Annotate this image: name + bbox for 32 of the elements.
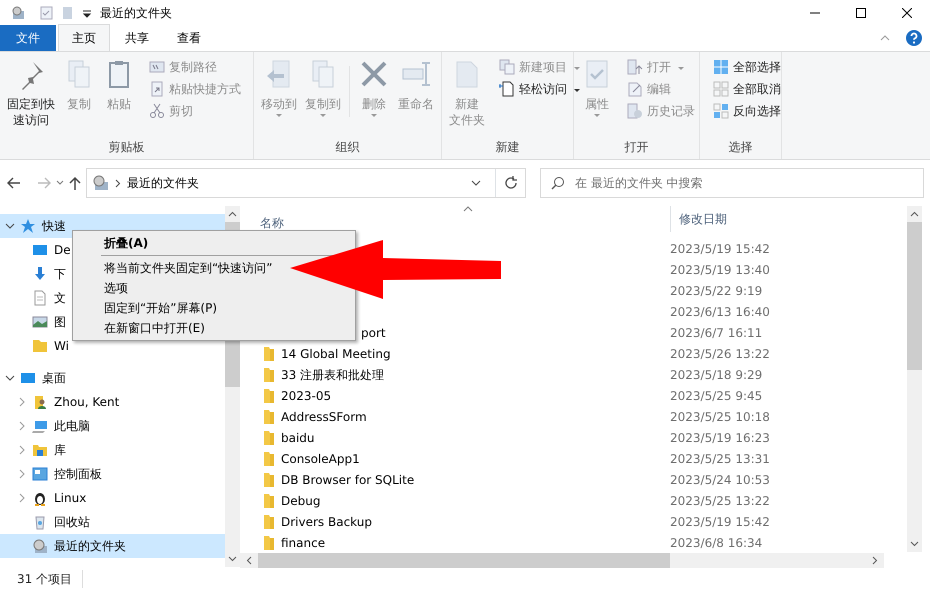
file-date: 2023/5/25 9:45 [670, 388, 762, 404]
file-date: 2023/5/26 13:22 [670, 346, 770, 362]
file-date: 2023/5/19 15:42 [670, 514, 770, 530]
group-label: 组织 [334, 139, 360, 156]
file-date: 2023/6/8 16:34 [670, 534, 762, 552]
group-label: 剪贴板 [108, 139, 146, 156]
file-name: DB Browser for SQLite [281, 472, 414, 488]
file-name: 14 Global Meeting [281, 346, 391, 362]
group-label: 打开 [624, 139, 650, 156]
file-date: 2023/5/19 16:23 [670, 430, 770, 446]
file-name: baidu [281, 430, 315, 446]
file-date: 2023/5/24 10:53 [670, 472, 770, 488]
file-date: 2023/6/7 16:11 [670, 324, 762, 342]
file-name: Debug [281, 492, 320, 510]
file-date: 2023/5/19 15:42 [670, 240, 770, 258]
file-name: AddressSForm [281, 408, 367, 426]
file-name: 2023-05 [281, 388, 332, 404]
file-date: 2023/5/25 10:18 [670, 408, 770, 426]
file-date: 2023/5/18 9:29 [670, 366, 762, 384]
group-label: 新建 [494, 139, 520, 156]
status-text: 31 个项目 [17, 570, 84, 588]
window-title: 最近的文件夹 [100, 5, 172, 22]
file-name: finance [281, 534, 326, 552]
file-date: 2023/5/22 9:19 [670, 282, 762, 300]
file-date: 2023/5/25 13:31 [670, 450, 770, 468]
file-name: Drivers Backup [281, 514, 372, 530]
file-date: 2023/5/25 13:22 [670, 492, 770, 510]
file-name: port [361, 324, 386, 342]
file-name: 33 注册表和批处理 [281, 366, 384, 384]
file-date: 2023/6/13 16:40 [670, 304, 770, 320]
file-name: ConsoleApp1 [281, 450, 360, 468]
group-label: 选择 [728, 139, 754, 156]
